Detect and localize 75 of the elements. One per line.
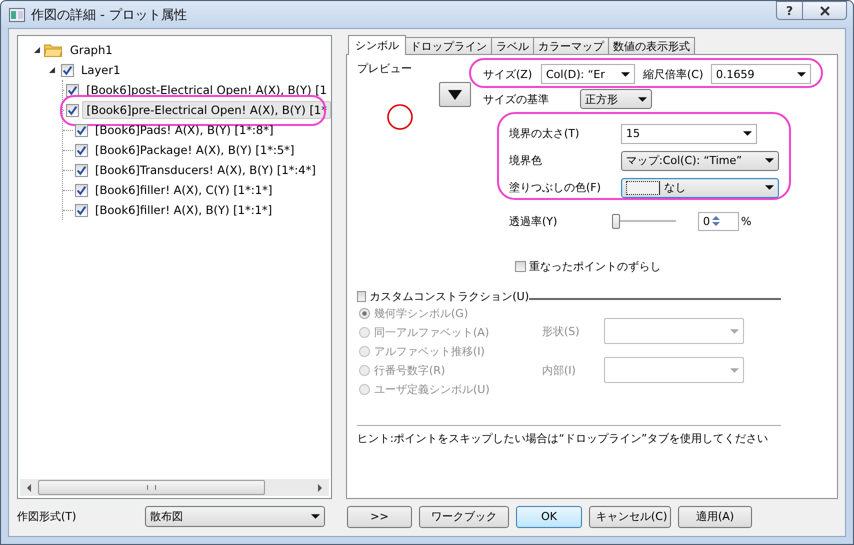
tab[interactable]: カラーマップ (533, 37, 609, 54)
folder-icon (44, 43, 62, 57)
fill-color-dropdown[interactable]: なし (621, 178, 779, 198)
checkbox[interactable] (75, 204, 88, 216)
unit-label: % (741, 214, 752, 228)
caret-icon (730, 328, 739, 334)
horizontal-scrollbar[interactable] (20, 479, 329, 496)
plot-type-dropdown[interactable]: 散布図 (145, 506, 325, 527)
expander-icon[interactable] (49, 67, 55, 73)
dialog-button[interactable]: キャンセル(C) (589, 506, 671, 528)
edge-color-dropdown[interactable]: マップ:Col(C): “Time” (621, 150, 779, 170)
transparency-slider[interactable] (612, 212, 678, 230)
scroll-right-icon[interactable] (317, 484, 323, 492)
tree-item[interactable]: [Book6]Pads! A(X), B(Y) [1*:8*] (91, 121, 278, 139)
caret-icon (797, 72, 806, 76)
edge-width-dropdown[interactable]: 15 (621, 124, 757, 144)
tree-item[interactable]: [Book6]Transducers! A(X), B(Y) [1*:4*] (91, 161, 320, 179)
caret-icon (765, 185, 774, 190)
help-button[interactable]: ? (776, 1, 803, 20)
tree-item[interactable]: Layer1 (77, 61, 124, 79)
tab[interactable]: ドロップライン (405, 37, 492, 54)
field-label: 縮尺倍率(C) (643, 66, 704, 82)
tab[interactable]: 数値の表示形式 (608, 37, 695, 54)
field-label: 内部(I) (542, 362, 577, 378)
scale-dropdown[interactable]: 0.1659 (711, 64, 811, 84)
caret-icon (765, 158, 774, 163)
caret-icon (638, 96, 647, 102)
offset-overlap-checkbox[interactable]: 重なったポイントのずらし (515, 259, 661, 274)
caret-icon (743, 131, 752, 136)
caret-icon (311, 514, 320, 519)
field-label: サイズの基準 (483, 92, 550, 106)
expander-icon[interactable] (34, 47, 40, 53)
field-label: 作図形式(T) (17, 509, 78, 524)
tree-item[interactable]: [Book6]Package! A(X), B(Y) [1*:5*] (91, 141, 298, 159)
transparency-spinbox[interactable]: 0 (698, 212, 739, 230)
field-label: 境界色 (509, 153, 543, 168)
symbol-preview-icon (386, 103, 414, 131)
tab[interactable]: シンボル (348, 35, 406, 55)
close-button[interactable] (803, 1, 847, 20)
dialog-button[interactable]: >> (347, 506, 412, 528)
custom-construction-checkbox[interactable]: カスタムコンストラクション(U) (357, 289, 529, 304)
dialog-button[interactable]: ワークブック (419, 506, 509, 528)
tree-item[interactable]: [Book6]filler! A(X), B(Y) [1*:1*] (91, 201, 276, 219)
tree-item[interactable]: [Book6]filler! A(X), C(Y) [1*:1*] (91, 181, 276, 199)
dialog-button[interactable]: 適用(A) (678, 506, 752, 528)
field-label: 塗りつぶしの色(F) (509, 180, 602, 195)
window-icon (9, 8, 25, 22)
tree-item[interactable]: Graph1 (66, 41, 117, 59)
close-icon (820, 6, 830, 16)
size-dropdown[interactable]: Col(D): “Er (541, 64, 635, 84)
hint-text: ヒント:ポイントをスキップしたい場合は“ドロップライン”タブを使用してください (357, 431, 770, 446)
checkbox[interactable] (66, 104, 80, 116)
field-label: サイズ(Z) (483, 66, 534, 82)
checkbox[interactable] (61, 64, 74, 76)
tree-item[interactable]: [Book6]post-Electrical Open! A(X), B(Y) [1 (82, 81, 331, 99)
window-title: 作図の詳細 - プロット属性 (31, 6, 187, 24)
checkbox[interactable] (75, 184, 88, 196)
scroll-left-icon[interactable] (26, 484, 32, 492)
size-basis-dropdown[interactable]: 正方形 (580, 89, 652, 109)
tab[interactable]: ラベル (491, 37, 534, 54)
field-label: 形状(S) (542, 324, 581, 338)
caret-icon (621, 72, 630, 76)
triangle-down-icon (448, 90, 462, 100)
field-label: 透過率(Y) (509, 214, 558, 228)
spin-down-icon[interactable] (712, 222, 720, 226)
symbol-gallery-button[interactable] (439, 82, 471, 107)
preview-label: プレビュー (357, 61, 413, 76)
checkbox[interactable] (75, 124, 88, 136)
field-label: 境界の太さ(T) (509, 126, 580, 141)
checkbox[interactable] (75, 144, 88, 156)
caret-icon (730, 368, 739, 372)
checkbox[interactable] (66, 84, 80, 96)
checkbox[interactable] (75, 164, 88, 176)
dialog-button[interactable]: OK (516, 506, 582, 528)
spin-up-icon[interactable] (712, 216, 720, 220)
